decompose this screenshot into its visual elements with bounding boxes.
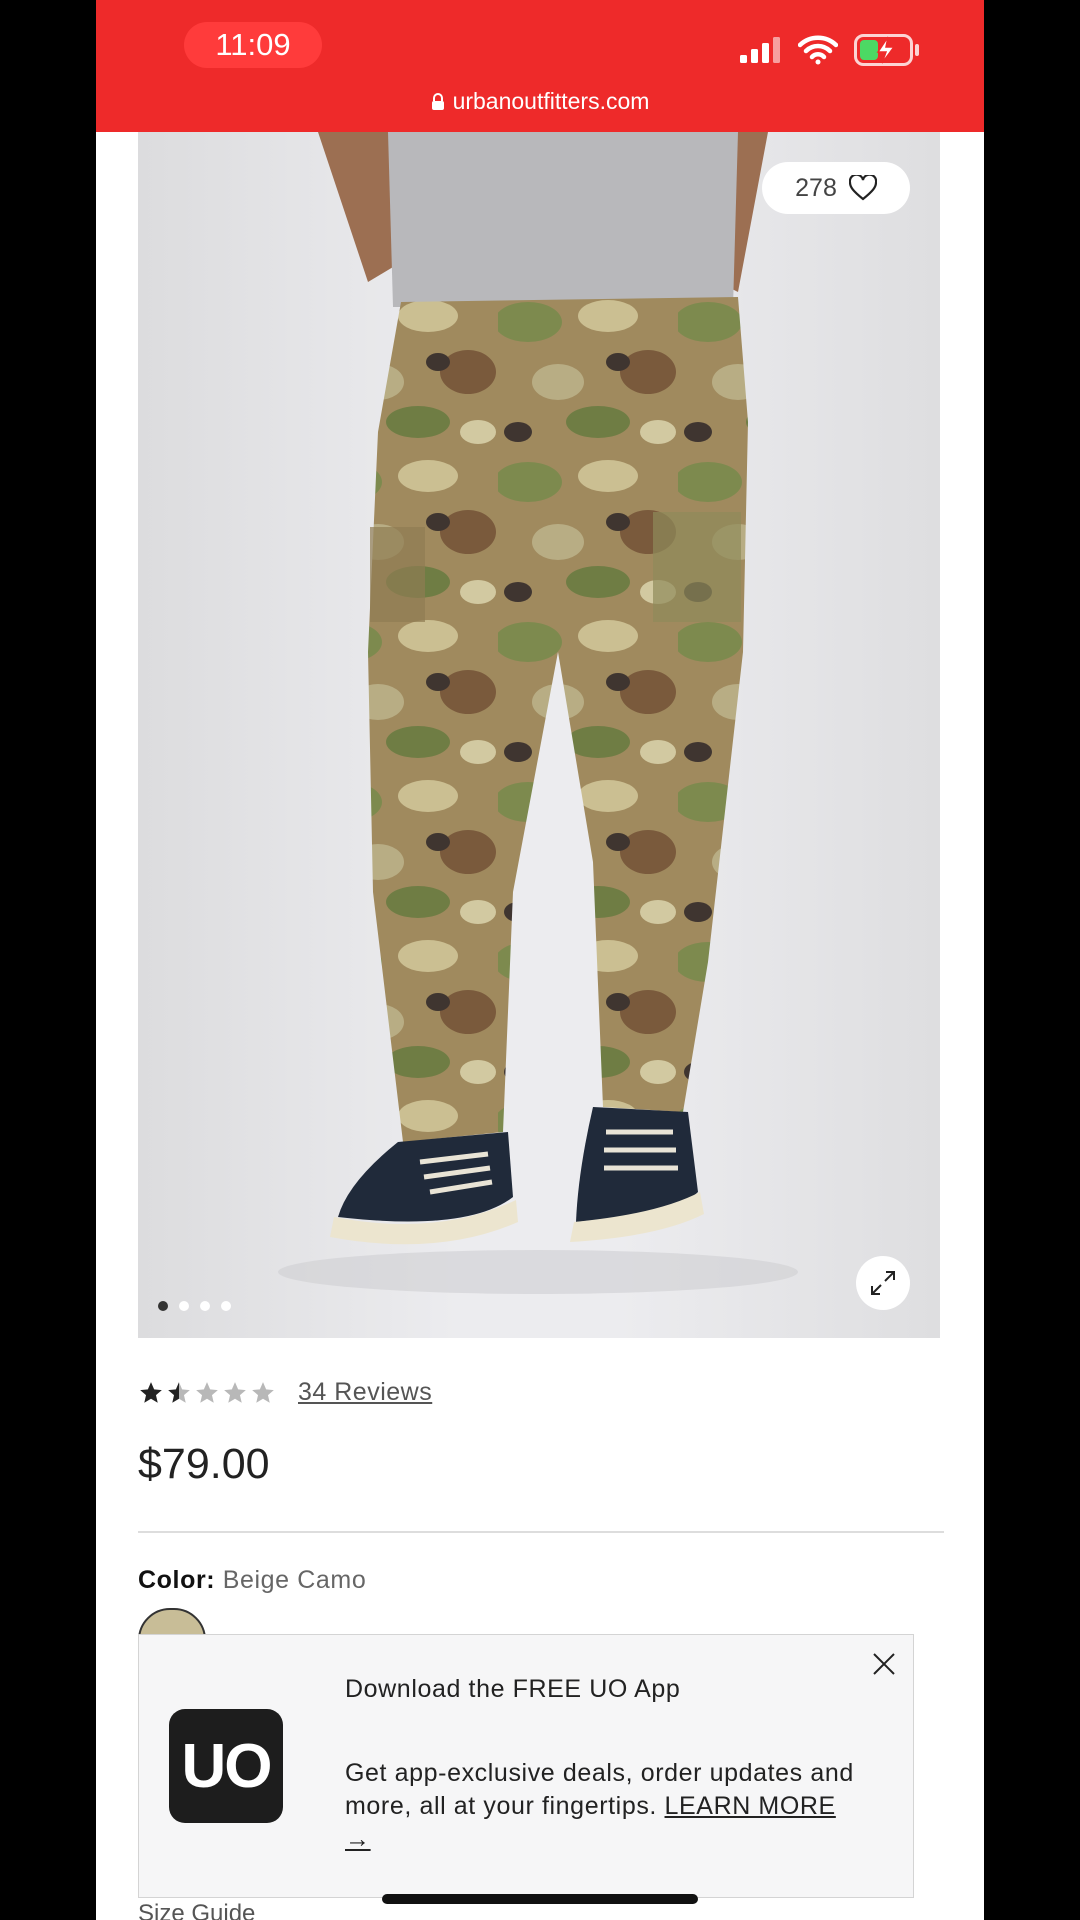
wishlist-button[interactable]: 278 [762, 162, 910, 214]
battery-charging-icon [854, 34, 919, 66]
home-indicator[interactable] [382, 1894, 698, 1904]
product-photo-camo-pants [278, 132, 798, 1294]
expand-image-button[interactable] [856, 1256, 910, 1310]
close-banner-button[interactable] [867, 1647, 901, 1681]
uo-app-logo: UO [169, 1709, 283, 1823]
url-text: urbanoutfitters.com [452, 88, 650, 114]
divider [138, 1531, 944, 1533]
half-star-icon [168, 1381, 190, 1403]
expand-icon [871, 1271, 895, 1295]
product-price: $79.00 [138, 1440, 270, 1488]
status-bar: 11:09 urbanoutfitters.com [96, 0, 984, 132]
star-empty-icon [252, 1381, 274, 1403]
star-icon [140, 1381, 162, 1403]
size-guide-link[interactable]: Size Guide [138, 1900, 255, 1920]
lock-icon [431, 86, 445, 120]
close-icon [873, 1653, 895, 1675]
like-count: 278 [795, 173, 837, 202]
color-selection: Color: Beige Camo [138, 1566, 366, 1595]
banner-body: Get app-exclusive deals, order updates a… [345, 1757, 865, 1856]
status-icons [740, 30, 920, 70]
color-label: Color: [138, 1566, 216, 1594]
color-value: Beige Camo [222, 1566, 367, 1594]
star-empty-icon [196, 1381, 218, 1403]
product-rating: 34 Reviews [138, 1378, 432, 1407]
star-rating [138, 1380, 276, 1406]
carousel-dot[interactable] [221, 1301, 231, 1311]
banner-title: Download the FREE UO App [345, 1675, 681, 1703]
carousel-dot[interactable] [200, 1301, 210, 1311]
clock: 11:09 [184, 22, 322, 68]
image-carousel-dots[interactable] [158, 1301, 231, 1311]
carousel-dot[interactable] [158, 1301, 168, 1311]
screen: 11:09 urbanoutfitters.com 278 34 Reviews… [96, 0, 984, 1920]
signal-icon [740, 37, 780, 63]
carousel-dot[interactable] [179, 1301, 189, 1311]
heart-icon [848, 175, 877, 201]
star-empty-icon [224, 1381, 246, 1403]
reviews-link[interactable]: 34 Reviews [298, 1378, 432, 1407]
address-bar[interactable]: urbanoutfitters.com [96, 84, 984, 120]
wifi-icon [798, 35, 838, 65]
product-image[interactable]: 278 [138, 132, 940, 1338]
app-download-banner[interactable]: UO Download the FREE UO App Get app-excl… [138, 1634, 914, 1898]
